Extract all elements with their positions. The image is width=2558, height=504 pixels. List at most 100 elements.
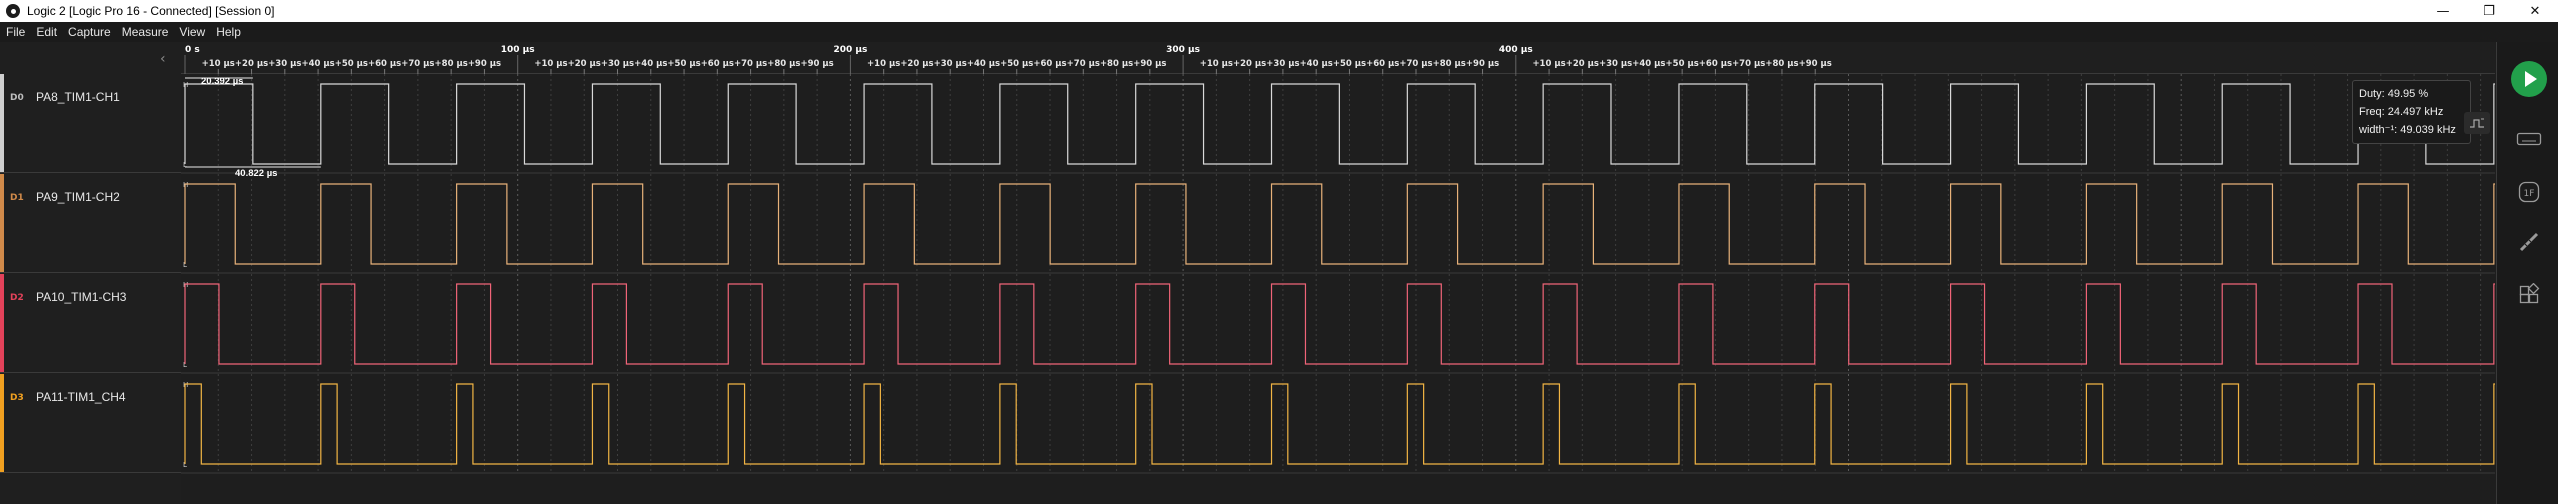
ruler-minor-label: +90 µs [1466, 59, 1499, 69]
ruler-major-label: 300 µs [1166, 45, 1200, 55]
menu-measure[interactable]: Measure [122, 25, 169, 39]
ruler-minor-label: +50 µs [1333, 59, 1366, 69]
title-bar: Logic 2 [Logic Pro 16 - Connected] [Sess… [0, 0, 2558, 22]
ruler-minor-label: +70 µs [401, 59, 434, 69]
ruler-minor-label: +30 µs [601, 59, 634, 69]
ruler-minor-label: +90 µs [1799, 59, 1832, 69]
ruler-minor-label: +60 µs [368, 59, 401, 69]
ruler-minor-label: +80 µs [767, 59, 800, 69]
ruler-minor-label: +90 µs [468, 59, 501, 69]
maximize-button[interactable]: ❐ [2466, 0, 2512, 22]
measure-duty: Duty: 49.95 % [2359, 88, 2429, 100]
menu-view[interactable]: View [179, 25, 205, 39]
ruler-minor-label: +10 µs [202, 59, 235, 69]
channel-row-d2[interactable]: D2 PA10_TIM1-CH3 [0, 274, 181, 373]
channel-name[interactable]: PA9_TIM1-CH2 [36, 190, 120, 204]
ruler-minor-label: +20 µs [1566, 59, 1599, 69]
channel-id: D0 [10, 93, 24, 103]
ruler-minor-label: +20 µs [235, 59, 268, 69]
ruler-minor-label: +70 µs [1399, 59, 1432, 69]
channel-color-stripe [0, 174, 4, 272]
ruler-minor-label: +30 µs [268, 59, 301, 69]
ruler-minor-label: +10 µs [867, 59, 900, 69]
minimize-button[interactable]: — [2420, 0, 2466, 22]
menu-edit[interactable]: Edit [36, 25, 57, 39]
ruler-minor-label: +40 µs [1632, 59, 1665, 69]
ruler-minor-label: +40 µs [967, 59, 1000, 69]
waveform-trace [184, 83, 2495, 165]
waveform-area[interactable]: H L H L H L H L 20.392 µs 40.822 µs [181, 74, 2495, 504]
ruler-minor-label: +80 µs [1433, 59, 1466, 69]
logic-analyzer-app: Logic 2 [Logic Pro 16 - Connected] [Sess… [0, 0, 2558, 504]
timing-marker-icon[interactable]: 1F [2516, 179, 2542, 205]
channel-row-d3[interactable]: D3 PA11-TIM1_CH4 [0, 374, 181, 473]
waveform-trace [184, 383, 2495, 465]
start-capture-button[interactable] [2511, 61, 2547, 97]
logic-app-icon [6, 4, 20, 18]
level-high-label: H [183, 381, 188, 389]
ruler-minor-label: +10 µs [1532, 59, 1565, 69]
ruler-minor-label: +80 µs [1765, 59, 1798, 69]
channel-color-stripe [0, 74, 4, 172]
level-high-label: H [183, 81, 188, 89]
ruler-minor-label: +40 µs [634, 59, 667, 69]
channel-color-stripe [0, 374, 4, 472]
channel-panel: ‹ D0 PA8_TIM1-CH1 D1 PA9_TIM1-CH2 D2 PA1… [0, 42, 181, 504]
ruler-minor-label: +60 µs [1033, 59, 1066, 69]
ruler-minor-label: +70 µs [1067, 59, 1100, 69]
menu-file[interactable]: File [6, 25, 25, 39]
measure-wave-icon[interactable] [2464, 112, 2490, 134]
ruler-minor-label: +50 µs [1000, 59, 1033, 69]
ruler-minor-label: +90 µs [801, 59, 834, 69]
ruler-major-label: 200 µs [833, 45, 867, 55]
channel-row-d0[interactable]: D0 PA8_TIM1-CH1 [0, 74, 181, 173]
measure-width: width⁻¹: 49.039 kHz [2359, 124, 2456, 136]
channel-name[interactable]: PA8_TIM1-CH1 [36, 90, 120, 104]
channel-color-stripe [0, 274, 4, 372]
level-high-label: H [183, 281, 188, 289]
ruler-minor-label: +40 µs [1300, 59, 1333, 69]
ruler-minor-label: +20 µs [568, 59, 601, 69]
channel-name[interactable]: PA11-TIM1_CH4 [36, 390, 126, 404]
timeline-ruler[interactable]: 0 s +10 µs +20 µs +30 µs +40 µs +50 µs +60 µs +… [181, 42, 2495, 74]
channel-row-d1[interactable]: D1 PA9_TIM1-CH2 [0, 174, 181, 273]
close-button[interactable]: ✕ [2512, 0, 2558, 22]
window-controls: — ❐ ✕ [2420, 0, 2558, 22]
ruler-minor-label: +50 µs [335, 59, 368, 69]
ruler-major-label: 400 µs [1499, 45, 1533, 55]
measurement-tooltip: Duty: 49.95 % Freq: 24.497 kHz width⁻¹: … [2352, 80, 2471, 144]
ruler-minor-label: +10 µs [1200, 59, 1233, 69]
channel-id: D3 [10, 393, 24, 403]
waveform-trace [184, 183, 2495, 265]
ruler-svg: 0 s+10 µs +20 µs +30 µs +40 µs +50 µs +60 µs +… [184, 45, 1832, 74]
ruler-minor-label: +50 µs [667, 59, 700, 69]
extensions-icon[interactable] [2516, 282, 2542, 308]
chevron-left-icon[interactable]: ‹ [160, 51, 166, 67]
waveform-trace [184, 283, 2495, 365]
ruler-minor-label: +10 µs [534, 59, 567, 69]
ruler-minor-label: +60 µs [1699, 59, 1732, 69]
menu-capture[interactable]: Capture [68, 25, 111, 39]
width-measure-label: 20.392 µs [201, 76, 243, 87]
keyboard-icon[interactable] [2516, 126, 2542, 152]
ruler-minor-label: +80 µs [1100, 59, 1133, 69]
window-title: Logic 2 [Logic Pro 16 - Connected] [Sess… [27, 4, 275, 18]
menu-bar: File Edit Capture Measure View Help [0, 22, 2558, 42]
channel-name[interactable]: PA10_TIM1-CH3 [36, 290, 126, 304]
period-measure-label: 40.822 µs [235, 168, 277, 179]
menu-help[interactable]: Help [216, 25, 241, 39]
ruler-minor-label: +90 µs [1133, 59, 1166, 69]
ruler-minor-label: +60 µs [701, 59, 734, 69]
ruler-major-label: 0 s [185, 45, 200, 55]
right-toolbar: 1F [2496, 42, 2558, 504]
ruler-minor-label: +50 µs [1666, 59, 1699, 69]
ruler-minor-label: +30 µs [1599, 59, 1632, 69]
measure-freq: Freq: 24.497 kHz [2359, 106, 2444, 118]
ruler-minor-label: +70 µs [734, 59, 767, 69]
ruler-minor-label: +80 µs [435, 59, 468, 69]
svg-text:1F: 1F [2524, 189, 2535, 199]
ruler-minor-label: +70 µs [1732, 59, 1765, 69]
ruler-minor-label: +20 µs [1233, 59, 1266, 69]
ruler-major-label: 100 µs [501, 45, 535, 55]
ruler-icon[interactable] [2516, 229, 2542, 255]
